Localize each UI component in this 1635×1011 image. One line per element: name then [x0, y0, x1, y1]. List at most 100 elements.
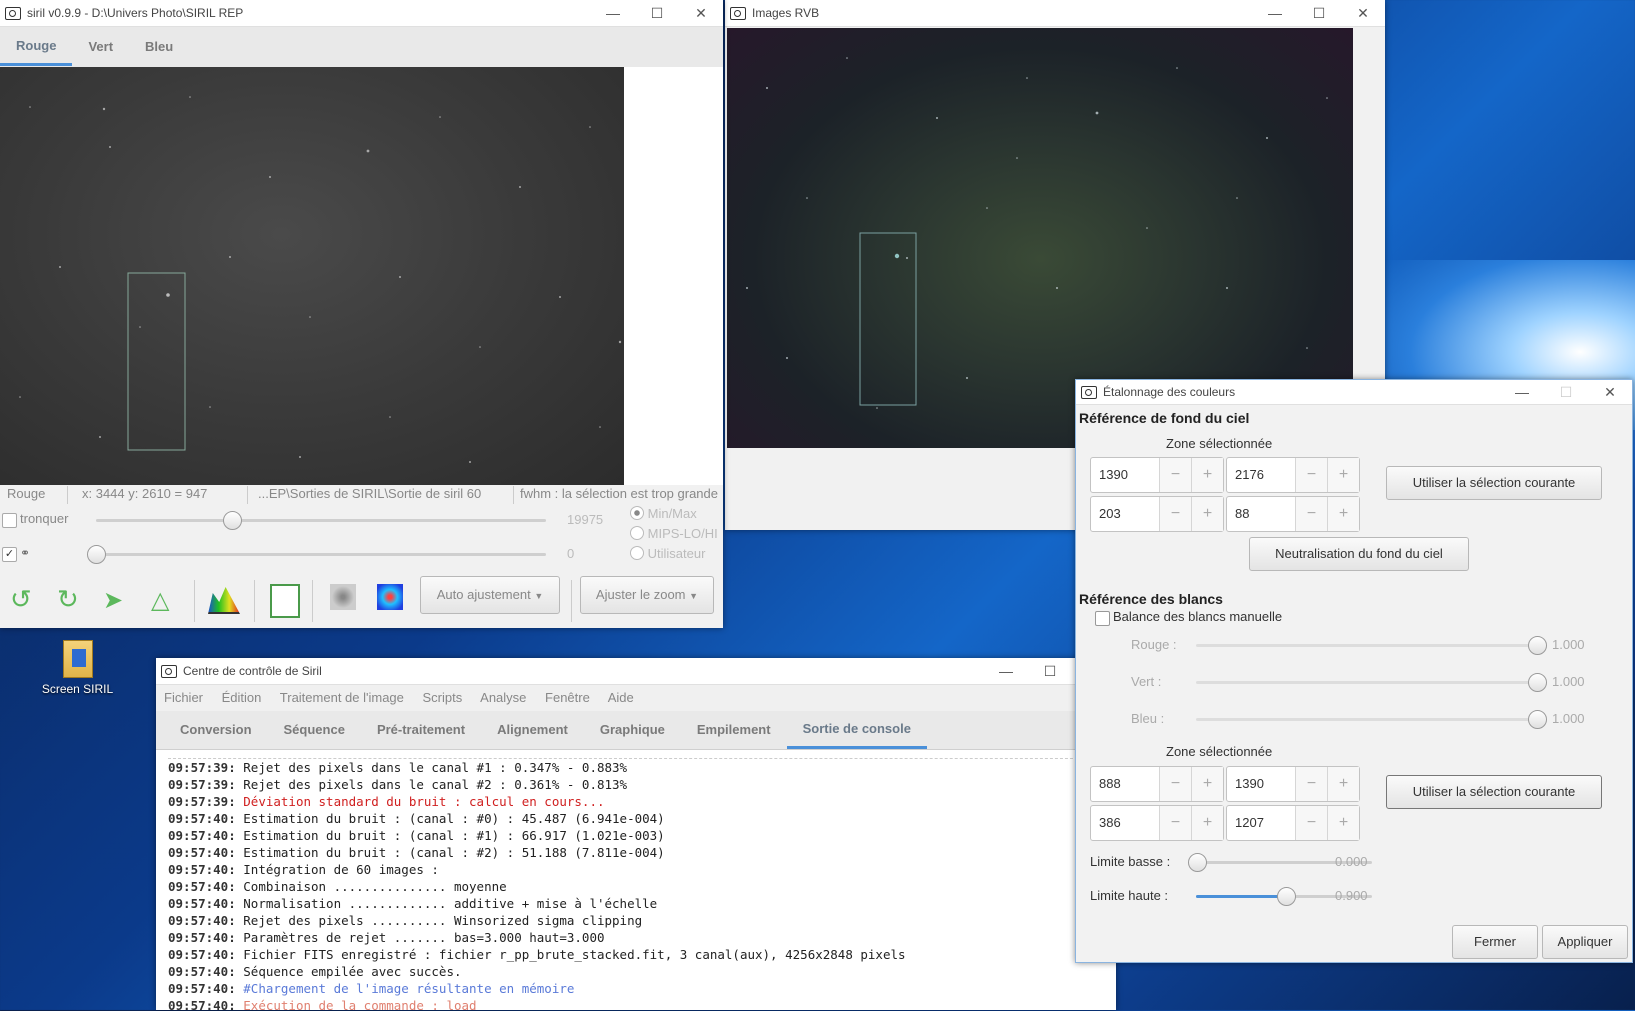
tab-pretraitement[interactable]: Pré-traitement: [361, 713, 481, 747]
mirror-x-icon[interactable]: ➤: [103, 586, 123, 615]
rouge-slider[interactable]: [1196, 644, 1536, 647]
close-icon[interactable]: ✕: [1588, 384, 1632, 401]
tab-empilement[interactable]: Empilement: [681, 713, 787, 747]
manual-wb-checkbox[interactable]: [1095, 611, 1110, 626]
plus-icon[interactable]: +: [1191, 497, 1223, 531]
console-output[interactable]: 09:57:39: Rejet des pixels dans le canal…: [168, 758, 1088, 1011]
minus-icon[interactable]: −: [1159, 497, 1191, 531]
bg-y-spinner[interactable]: 203− +: [1090, 496, 1224, 532]
white-x-spinner[interactable]: 888− +: [1090, 766, 1224, 802]
desktop-icon-screen-siril[interactable]: Screen SIRIL: [40, 640, 115, 696]
white-use-selection-button[interactable]: Utiliser la sélection courante: [1386, 775, 1602, 809]
plus-icon[interactable]: +: [1191, 806, 1223, 840]
vert-slider-knob[interactable]: [1528, 673, 1547, 692]
tab-graphique[interactable]: Graphique: [584, 713, 681, 747]
spinner-value[interactable]: 2176: [1227, 458, 1295, 492]
white-h-spinner[interactable]: 1207− +: [1226, 805, 1360, 841]
minus-icon[interactable]: −: [1295, 806, 1327, 840]
plus-icon[interactable]: +: [1327, 767, 1359, 801]
tab-vert[interactable]: Vert: [72, 30, 129, 64]
spinner-value[interactable]: 1390: [1091, 458, 1159, 492]
maximize-icon[interactable]: ☐: [1297, 5, 1341, 22]
spinner-value[interactable]: 888: [1091, 767, 1159, 801]
maximize-icon[interactable]: ☐: [635, 5, 679, 22]
hi-slider[interactable]: [96, 519, 546, 522]
low-limit-knob[interactable]: [1188, 853, 1207, 872]
color-image-icon[interactable]: [377, 584, 403, 610]
plus-icon[interactable]: +: [1191, 458, 1223, 492]
bleu-slider-knob[interactable]: [1528, 710, 1547, 729]
menu-aide[interactable]: Aide: [608, 690, 634, 705]
spinner-value[interactable]: 1207: [1227, 806, 1295, 840]
spinner-value[interactable]: 203: [1091, 497, 1159, 531]
rouge-slider-knob[interactable]: [1528, 636, 1547, 655]
spinner-value[interactable]: 88: [1227, 497, 1295, 531]
bg-w-spinner[interactable]: 2176− +: [1226, 457, 1360, 493]
auto-adjust-dropdown[interactable]: Auto ajustement ▼: [420, 576, 560, 614]
tab-sequence[interactable]: Séquence: [268, 713, 361, 747]
spinner-value[interactable]: 386: [1091, 806, 1159, 840]
close-button[interactable]: Fermer: [1452, 925, 1538, 959]
bg-h-spinner[interactable]: 88− +: [1226, 496, 1360, 532]
vert-slider[interactable]: [1196, 681, 1536, 684]
console-message: Fichier FITS enregistré : fichier r_pp_b…: [243, 947, 906, 962]
close-icon[interactable]: ✕: [1341, 5, 1385, 22]
minimize-icon[interactable]: —: [984, 663, 1028, 679]
console-message: Estimation du bruit : (canal : #1) : 66.…: [243, 828, 665, 843]
menu-fichier[interactable]: Fichier: [164, 690, 203, 705]
tab-conversion[interactable]: Conversion: [164, 713, 268, 747]
plus-icon[interactable]: +: [1327, 458, 1359, 492]
console-line: 09:57:39: Rejet des pixels dans le canal…: [168, 759, 1088, 776]
spinner-value[interactable]: 1390: [1227, 767, 1295, 801]
bg-use-selection-button[interactable]: Utiliser la sélection courante: [1386, 466, 1602, 500]
minimize-icon[interactable]: —: [1500, 384, 1544, 400]
zoom-fit-dropdown[interactable]: Ajuster le zoom ▼: [580, 576, 714, 614]
menu-fenetre[interactable]: Fenêtre: [545, 690, 590, 705]
white-w-spinner[interactable]: 1390− +: [1226, 766, 1360, 802]
minus-icon[interactable]: −: [1159, 806, 1191, 840]
high-limit-knob[interactable]: [1277, 887, 1296, 906]
minimize-icon[interactable]: —: [1253, 5, 1297, 21]
menu-edition[interactable]: Édition: [222, 690, 262, 705]
radio-user[interactable]: Utilisateur: [630, 546, 705, 561]
lo-slider[interactable]: [96, 553, 546, 556]
lo-slider-knob[interactable]: [87, 545, 106, 564]
close-icon[interactable]: ✕: [679, 5, 723, 22]
minus-icon[interactable]: −: [1295, 458, 1327, 492]
maximize-icon[interactable]: ☐: [1028, 663, 1072, 680]
tab-sortie-console[interactable]: Sortie de console: [786, 712, 927, 749]
minus-icon[interactable]: −: [1159, 767, 1191, 801]
plus-icon[interactable]: +: [1327, 806, 1359, 840]
rotate-right-icon[interactable]: ↻: [57, 584, 79, 615]
mono-image-canvas[interactable]: [0, 67, 624, 485]
minimize-icon[interactable]: —: [591, 5, 635, 21]
histogram-icon[interactable]: [208, 587, 240, 614]
mirror-y-icon[interactable]: △: [151, 586, 169, 615]
lo-value: 0: [567, 546, 575, 561]
apply-button[interactable]: Appliquer: [1542, 925, 1628, 959]
tab-rouge[interactable]: Rouge: [0, 29, 73, 66]
rotate-left-icon[interactable]: ↺: [10, 584, 32, 615]
plus-icon[interactable]: +: [1327, 497, 1359, 531]
stars-image-icon[interactable]: [330, 584, 356, 610]
neutralize-button[interactable]: Neutralisation du fond du ciel: [1249, 537, 1469, 571]
minus-icon[interactable]: −: [1295, 497, 1327, 531]
tab-alignement[interactable]: Alignement: [481, 713, 584, 747]
menu-analyse[interactable]: Analyse: [480, 690, 526, 705]
menu-scripts[interactable]: Scripts: [423, 690, 463, 705]
minus-icon[interactable]: −: [1159, 458, 1191, 492]
minus-icon[interactable]: −: [1295, 767, 1327, 801]
console-log-icon[interactable]: [270, 584, 300, 618]
white-y-spinner[interactable]: 386− +: [1090, 805, 1224, 841]
maximize-icon[interactable]: ☐: [1544, 384, 1588, 401]
menu-traitement[interactable]: Traitement de l'image: [280, 690, 404, 705]
link-checkbox[interactable]: ✓: [2, 547, 17, 562]
hi-slider-knob[interactable]: [223, 511, 242, 530]
bleu-slider[interactable]: [1196, 718, 1536, 721]
tronquer-checkbox[interactable]: [2, 513, 17, 528]
bg-x-spinner[interactable]: 1390− +: [1090, 457, 1224, 493]
radio-minmax[interactable]: Min/Max: [630, 506, 697, 521]
plus-icon[interactable]: +: [1191, 767, 1223, 801]
tab-bleu[interactable]: Bleu: [129, 30, 189, 64]
radio-mips[interactable]: MIPS-LO/HI: [630, 526, 718, 541]
